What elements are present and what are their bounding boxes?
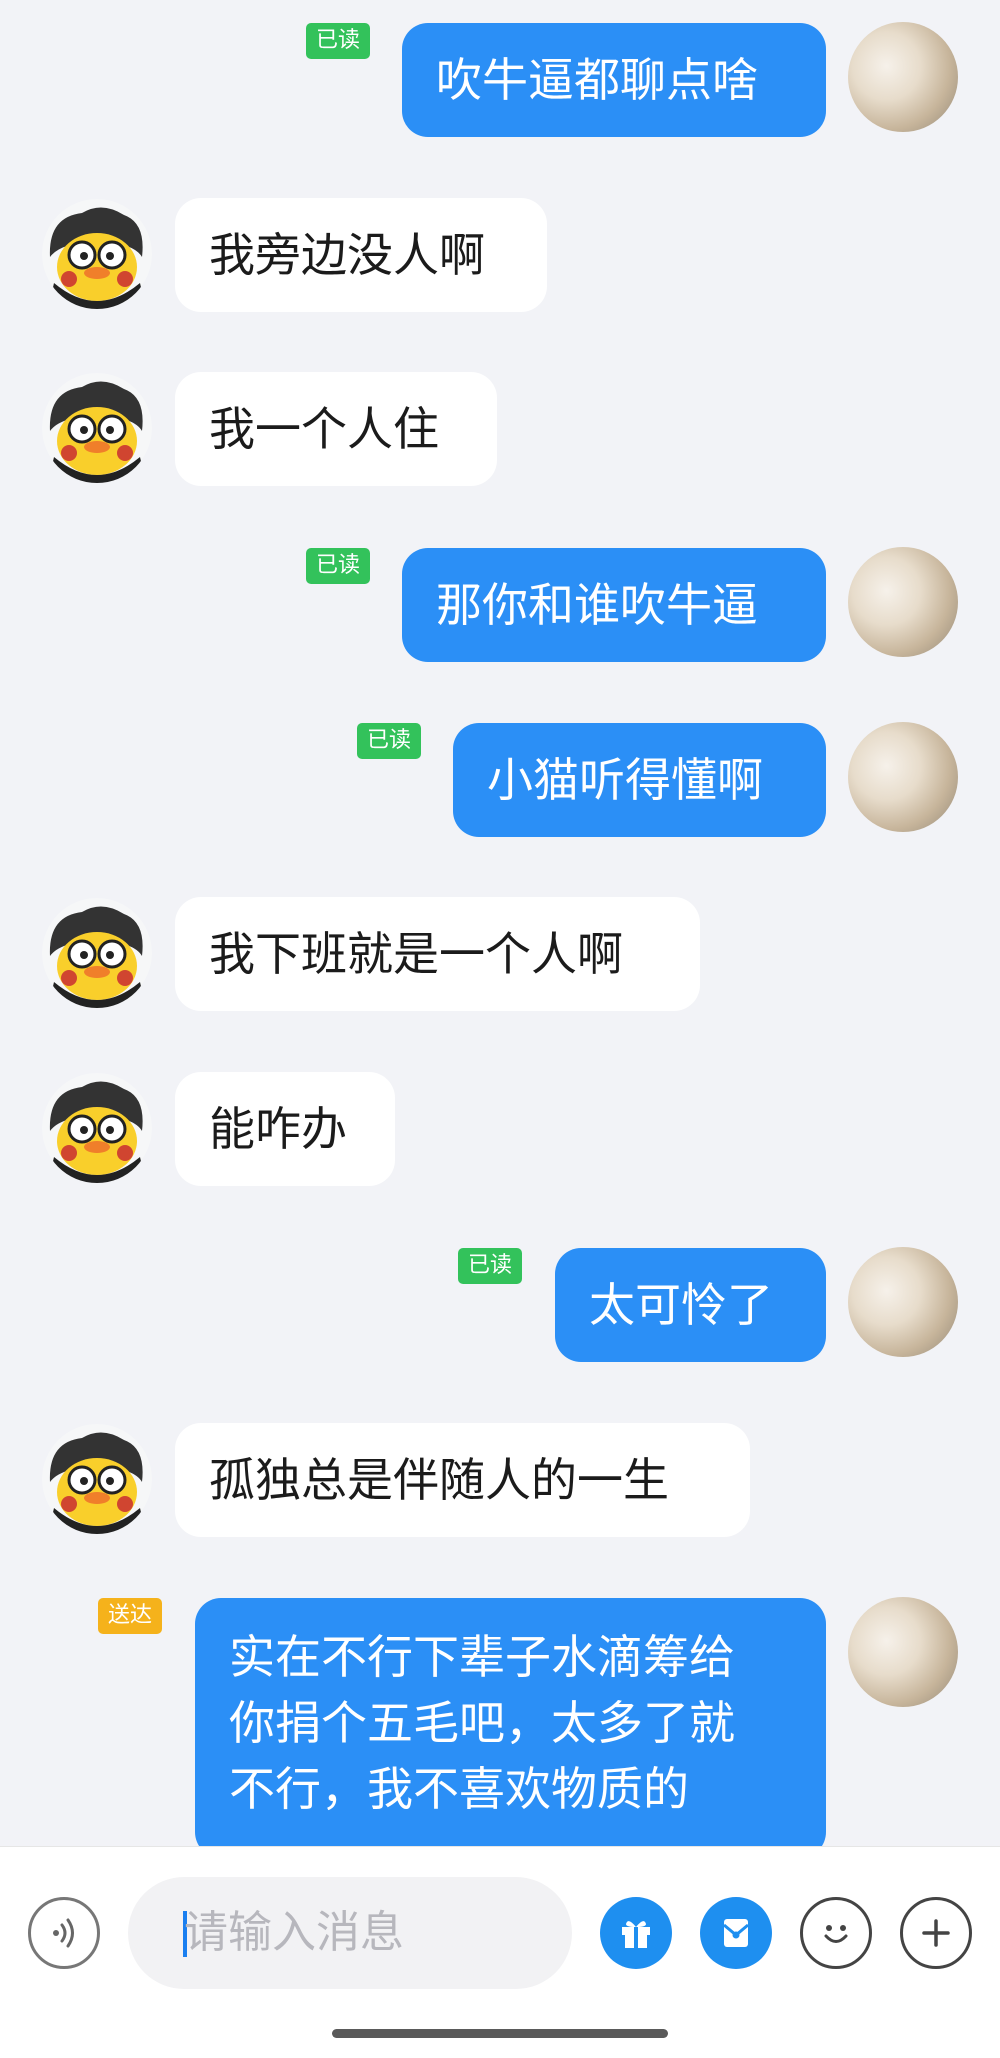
message-bubble-incoming[interactable]: 我旁边没人啊 — [175, 198, 547, 312]
contact-avatar[interactable] — [42, 1073, 152, 1183]
message-list[interactable]: 已读 吹牛逼都聊点啥 我旁边没人啊 我一个人住 已读 那你和谁吹牛逼 已读 小猫… — [0, 0, 1000, 1846]
my-avatar[interactable] — [848, 1247, 958, 1357]
delivered-badge: 送达 — [98, 1598, 163, 1634]
message-bubble-incoming[interactable]: 我下班就是一个人啊 — [175, 897, 700, 1011]
read-badge: 已读 — [458, 1248, 523, 1284]
my-avatar[interactable] — [848, 722, 958, 832]
message-line: 你捐个五毛吧，太多了就 — [229, 1696, 735, 1750]
input-placeholder: 请输入消息 — [184, 1907, 404, 1958]
read-badge: 已读 — [357, 723, 422, 759]
contact-avatar[interactable] — [42, 199, 152, 309]
plus-icon[interactable] — [900, 1897, 972, 1969]
message-bubble-incoming[interactable]: 能咋办 — [175, 1072, 395, 1186]
contact-avatar[interactable] — [42, 1424, 152, 1534]
message-bubble-outgoing[interactable]: 太可怜了 — [555, 1248, 826, 1362]
input-bar: 请输入消息 — [0, 1846, 1000, 2058]
gift-icon[interactable] — [600, 1897, 672, 1969]
my-avatar[interactable] — [848, 547, 958, 657]
message-input[interactable]: 请输入消息 — [128, 1877, 572, 1989]
voice-icon[interactable] — [28, 1897, 100, 1969]
emoji-icon[interactable] — [800, 1897, 872, 1969]
red-packet-icon[interactable] — [700, 1897, 772, 1969]
message-bubble-incoming[interactable]: 我一个人住 — [175, 372, 497, 486]
message-bubble-incoming[interactable]: 孤独总是伴随人的一生 — [175, 1423, 750, 1537]
read-badge: 已读 — [306, 548, 371, 584]
home-indicator[interactable] — [332, 2029, 668, 2038]
message-line: 不行，我不喜欢物质的 — [229, 1762, 689, 1816]
read-badge: 已读 — [306, 23, 371, 59]
contact-avatar[interactable] — [42, 373, 152, 483]
message-line: 实在不行下辈子水滴筹给 — [229, 1630, 735, 1684]
message-bubble-outgoing[interactable]: 那你和谁吹牛逼 — [402, 548, 826, 662]
message-bubble-outgoing[interactable]: 吹牛逼都聊点啥 — [402, 23, 826, 137]
my-avatar[interactable] — [848, 22, 958, 132]
message-bubble-outgoing[interactable]: 实在不行下辈子水滴筹给 你捐个五毛吧，太多了就 不行，我不喜欢物质的 — [195, 1598, 826, 1846]
message-bubble-outgoing[interactable]: 小猫听得懂啊 — [453, 723, 826, 837]
contact-avatar[interactable] — [42, 898, 152, 1008]
my-avatar[interactable] — [848, 1597, 958, 1707]
